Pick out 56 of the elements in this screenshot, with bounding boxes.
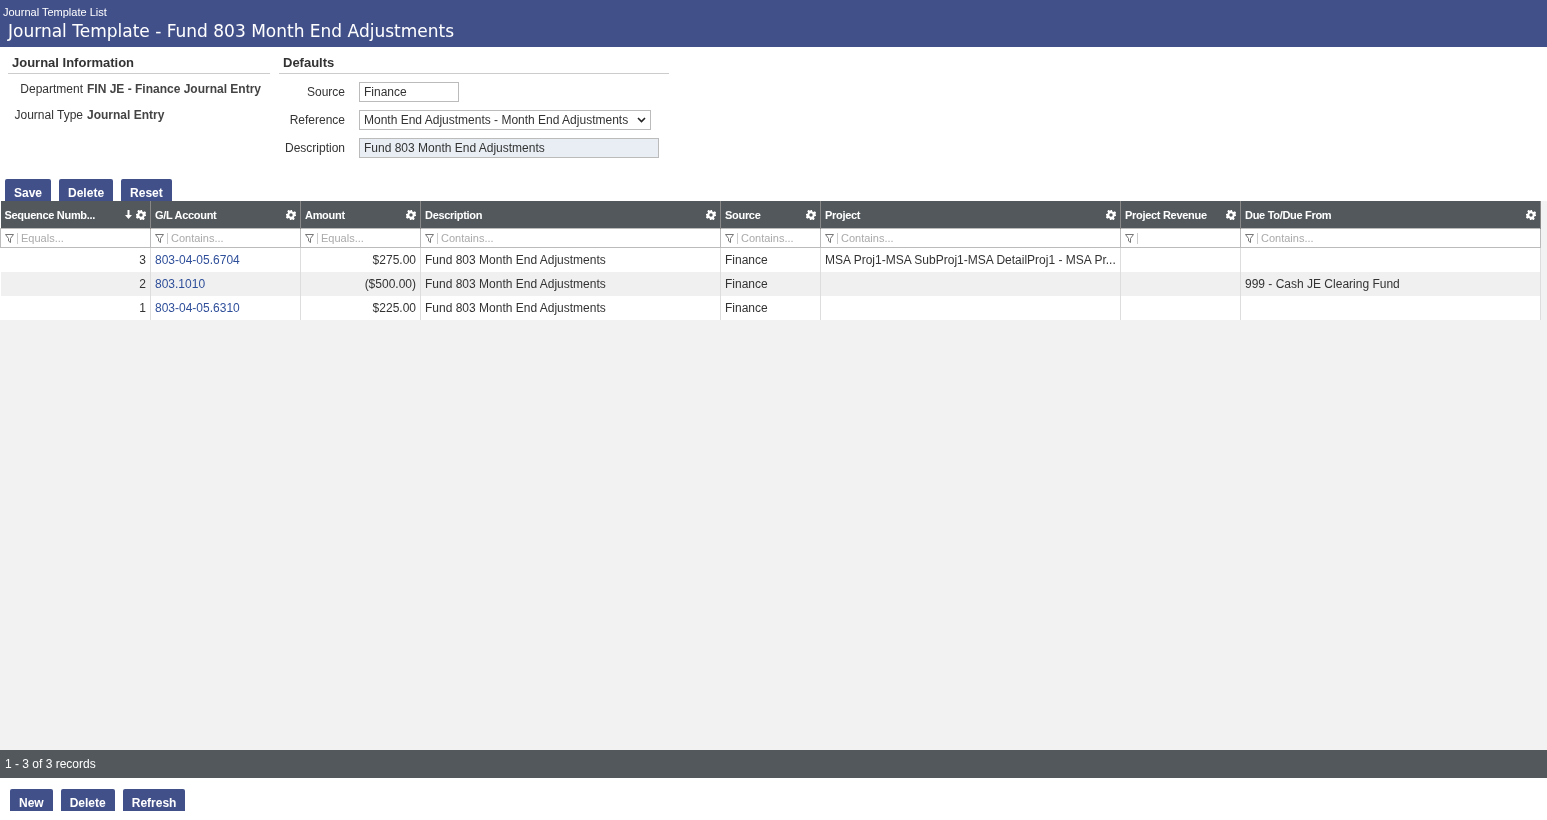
gear-icon[interactable] xyxy=(1526,209,1536,220)
field-label: Source xyxy=(305,85,345,99)
field-label: Description xyxy=(283,141,345,155)
reference-dropdown[interactable]: Month End Adjustments - Month End Adjustments xyxy=(359,110,651,130)
action-button[interactable]: Refresh xyxy=(122,789,186,811)
breadcrumb-link[interactable]: Journal Template List xyxy=(3,5,1544,19)
field-value: FIN JE - Finance Journal Entry xyxy=(87,82,263,96)
input-field[interactable]: Finance xyxy=(359,82,459,102)
account-link[interactable]: 803.1010 xyxy=(155,277,206,291)
table-cell: Fund 803 Month End Adjustments xyxy=(425,253,606,267)
sort-down-icon xyxy=(125,210,132,219)
record-count: 1 - 3 of 3 records xyxy=(0,750,1547,778)
action-button[interactable]: Delete xyxy=(59,179,114,201)
table-cell: Finance xyxy=(725,277,768,291)
gear-icon[interactable] xyxy=(136,209,146,220)
section-heading: Journal Information xyxy=(8,54,270,74)
action-button[interactable]: Delete xyxy=(60,789,115,811)
chevron-down-icon xyxy=(637,117,646,123)
table-cell: 1 xyxy=(139,301,146,315)
account-link[interactable]: 803-04-05.6310 xyxy=(155,301,240,315)
action-button[interactable]: Save xyxy=(5,179,52,201)
filter-icon xyxy=(425,233,434,243)
table-cell: Fund 803 Month End Adjustments xyxy=(425,277,606,291)
gear-icon[interactable] xyxy=(806,209,816,220)
table-cell: ($500.00) xyxy=(364,277,416,291)
filter-icon xyxy=(155,233,164,243)
table-cell: Finance xyxy=(725,253,768,267)
filter-icon xyxy=(5,233,14,243)
table-cell: MSA Proj1-MSA SubProj1-MSA DetailProj1 - MSA Pr... xyxy=(825,253,1116,267)
section-heading: Defaults xyxy=(279,54,669,74)
gear-icon[interactable] xyxy=(286,209,296,220)
account-link[interactable]: 803-04-05.6704 xyxy=(155,253,240,267)
page-title: Journal Template - Fund 803 Month End Adjustments xyxy=(6,20,455,43)
field-label: Journal Type xyxy=(13,108,83,122)
field-label: Reference xyxy=(288,113,345,127)
filter-icon xyxy=(725,233,734,243)
table-cell: Finance xyxy=(725,301,768,315)
filter-icon xyxy=(1245,233,1254,243)
filter-icon xyxy=(305,233,314,243)
table-cell: $275.00 xyxy=(372,253,416,267)
field-value: Journal Entry xyxy=(87,108,166,122)
table-cell: $225.00 xyxy=(372,301,416,315)
table-cell: 3 xyxy=(139,253,146,267)
action-button[interactable]: New xyxy=(10,789,53,811)
gear-icon[interactable] xyxy=(1106,209,1116,220)
table-cell: 2 xyxy=(139,277,146,291)
table-cell: 999 - Cash JE Clearing Fund xyxy=(1245,277,1400,291)
field-label: Department xyxy=(19,82,83,96)
gear-icon[interactable] xyxy=(1226,209,1236,220)
table-cell: Fund 803 Month End Adjustments xyxy=(425,301,606,315)
gear-icon[interactable] xyxy=(706,209,716,220)
filter-icon xyxy=(1125,233,1134,243)
action-button[interactable]: Reset xyxy=(121,179,172,201)
gear-icon[interactable] xyxy=(406,209,416,220)
filter-icon xyxy=(825,233,834,243)
input-field[interactable]: Fund 803 Month End Adjustments xyxy=(359,138,659,158)
